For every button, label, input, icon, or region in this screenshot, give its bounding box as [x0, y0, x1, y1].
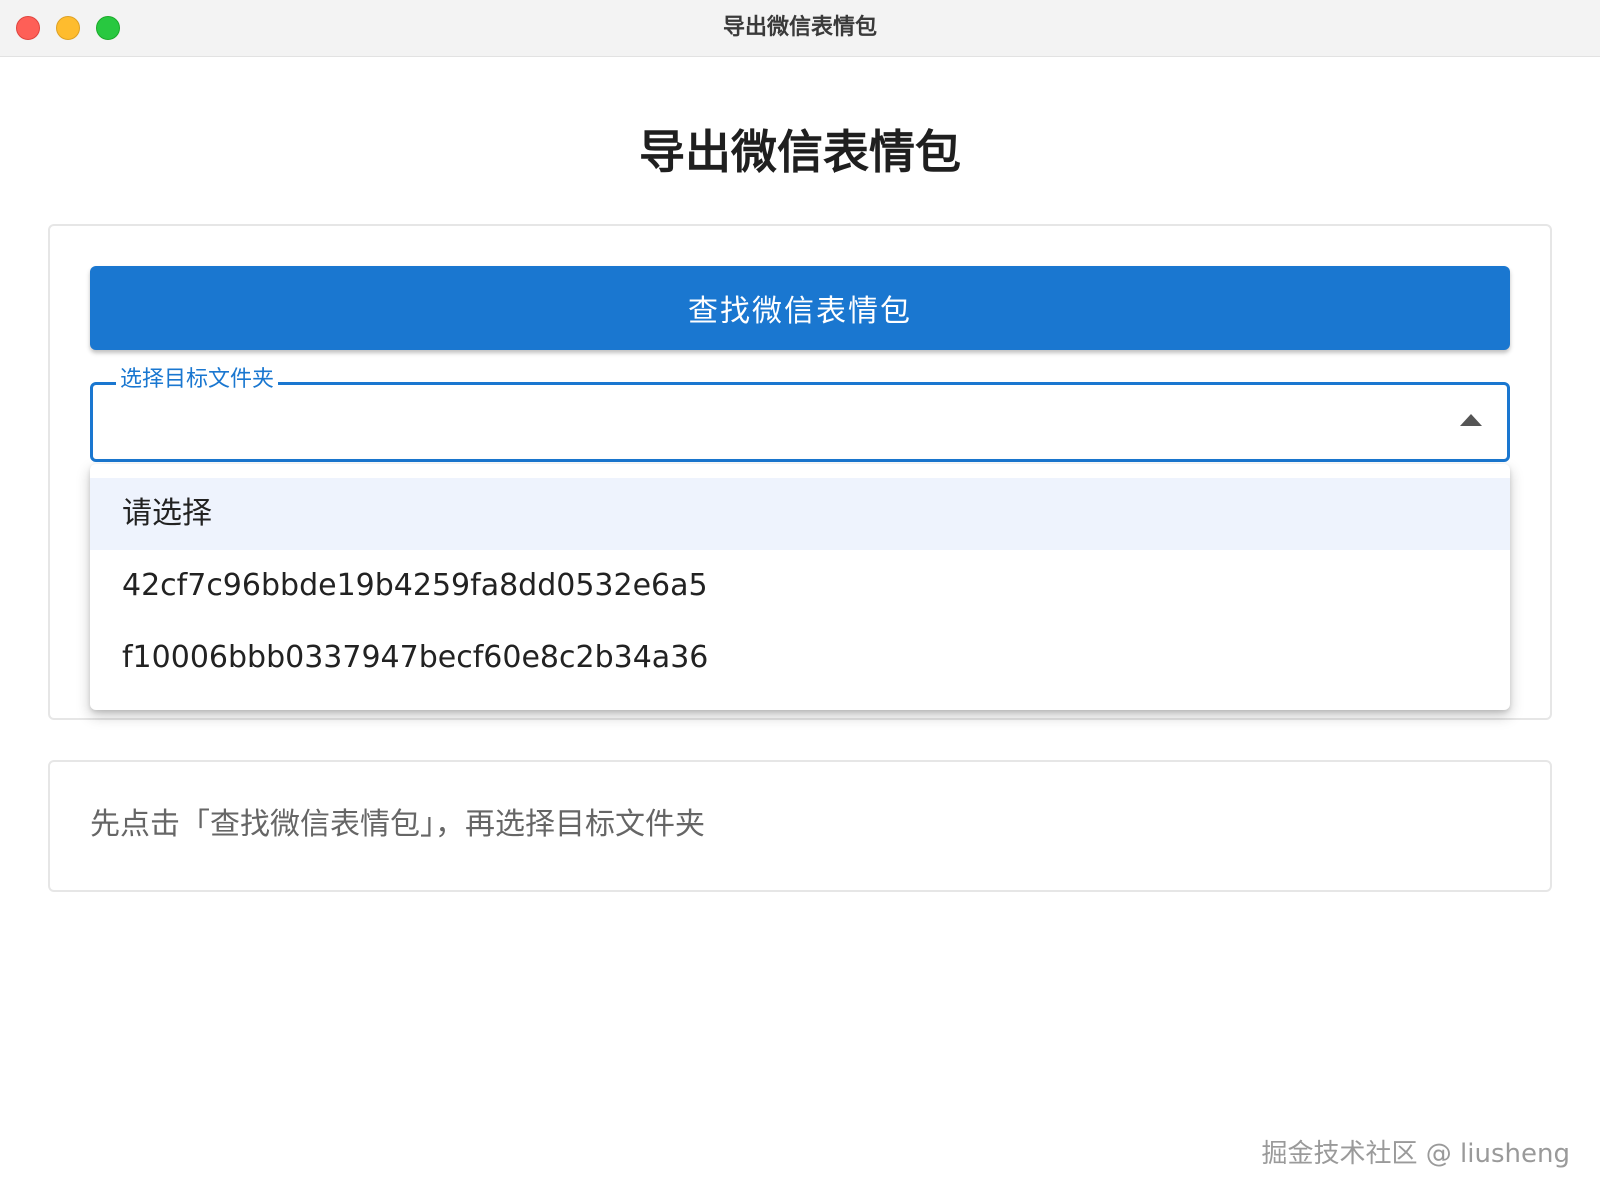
find-stickers-button[interactable]: 查找微信表情包	[90, 266, 1510, 350]
title-bar: 导出微信表情包	[0, 0, 1600, 57]
dropdown-menu: 请选择 42cf7c96bbde19b4259fa8dd0532e6a5 f10…	[90, 464, 1510, 710]
app-window: 导出微信表情包 导出微信表情包 查找微信表情包 选择目标文件夹 请选择 42cf…	[0, 0, 1600, 1200]
target-folder-select-label: 选择目标文件夹	[116, 364, 279, 396]
page-title: 导出微信表情包	[639, 125, 961, 179]
dropdown-option-folder[interactable]: 42cf7c96bbde19b4259fa8dd0532e6a5	[90, 550, 1510, 622]
dropdown-option-placeholder[interactable]: 请选择	[90, 478, 1510, 550]
window-title: 导出微信表情包	[722, 15, 877, 40]
dropdown-option-folder[interactable]: f10006bbb0337947becf60e8c2b34a36	[90, 622, 1510, 694]
chevron-up-icon[interactable]	[1460, 414, 1482, 426]
target-folder-select[interactable]	[90, 382, 1510, 462]
watermark: 掘金技术社区 @ liusheng	[1261, 1139, 1570, 1169]
hint-text: 先点击「查找微信表情包」，再选择目标文件夹	[90, 807, 705, 842]
